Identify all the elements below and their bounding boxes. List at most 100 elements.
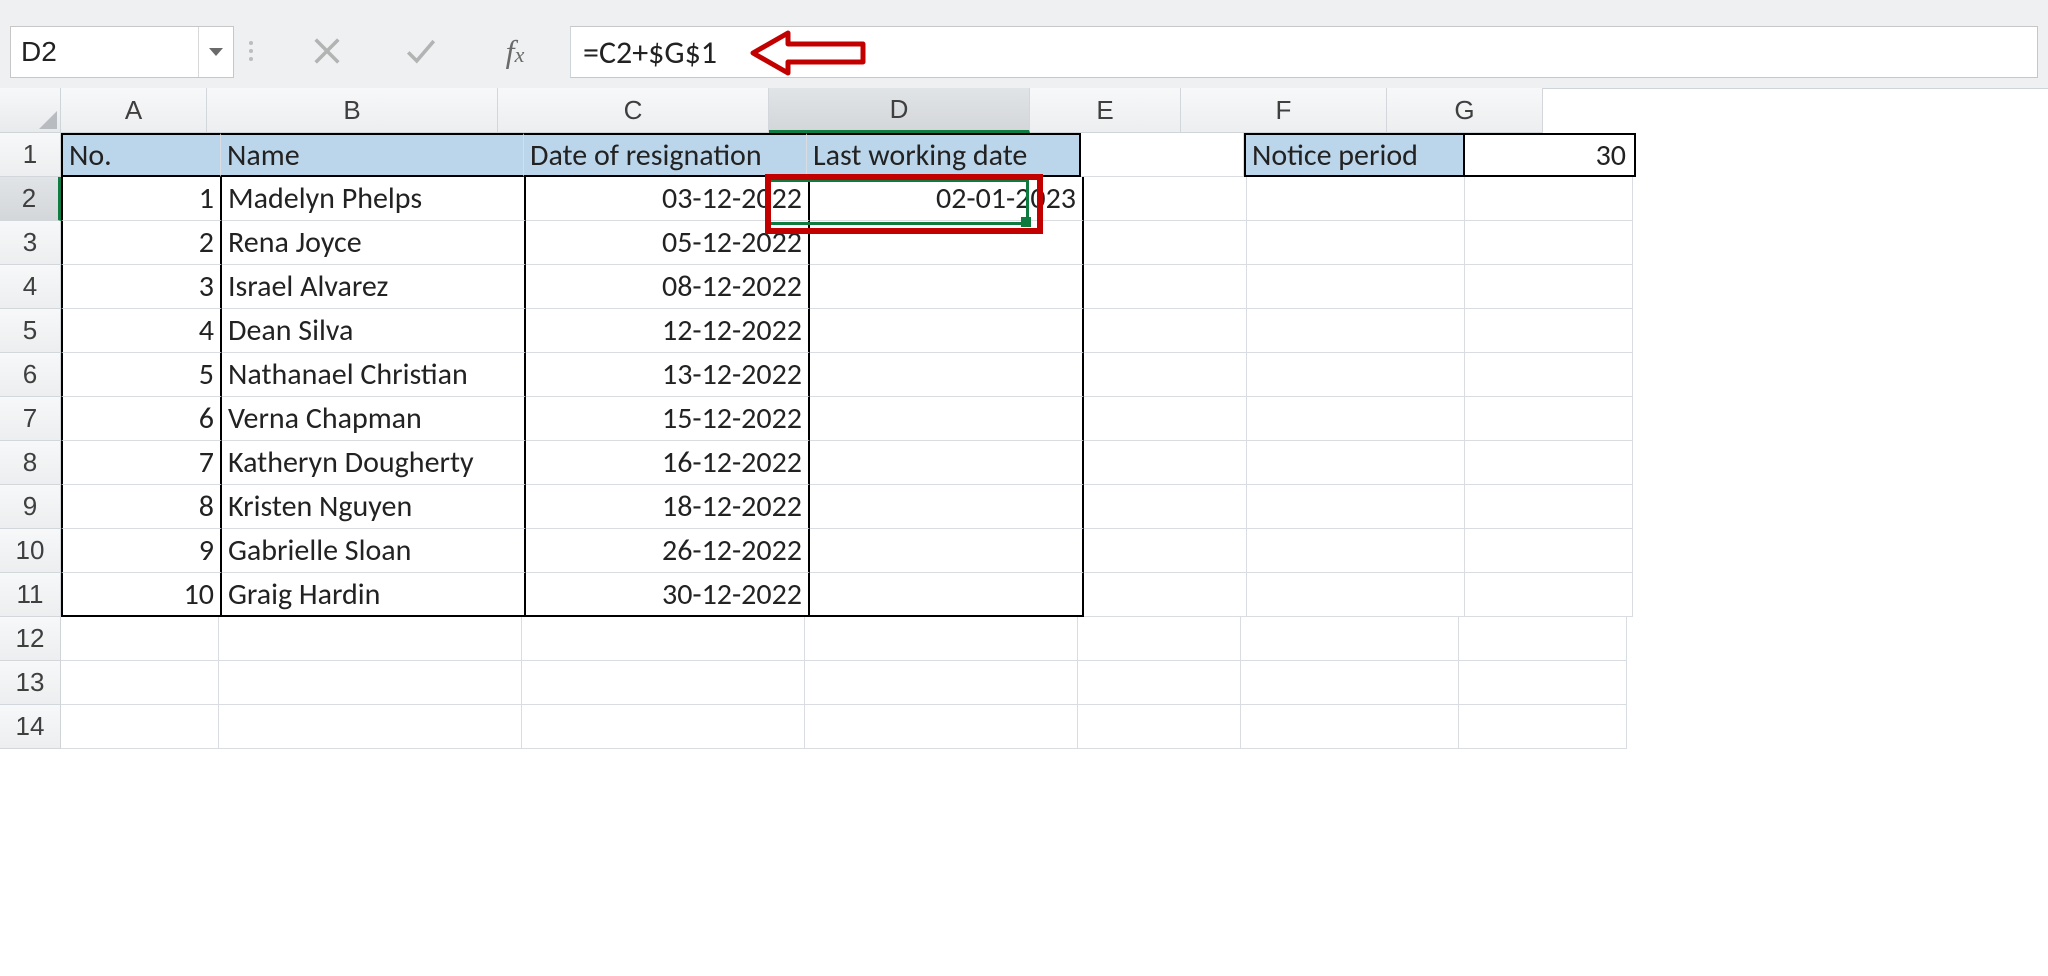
cell-C1[interactable]: Date of resignation [524,133,807,177]
col-header-G[interactable]: G [1387,88,1543,133]
row-header-7[interactable]: 7 [0,397,61,441]
row-header-10[interactable]: 10 [0,529,61,573]
cell-A2[interactable]: 1 [61,177,222,221]
cell-B13[interactable] [219,661,522,705]
cell-E9[interactable] [1084,485,1247,529]
cell-B9[interactable]: Kristen Nguyen [222,485,526,529]
cell-D4[interactable] [810,265,1084,309]
cell-C7[interactable]: 15-12-2022 [526,397,810,441]
col-header-A[interactable]: A [61,88,207,133]
cell-B12[interactable] [219,617,522,661]
name-box[interactable]: D2 [10,26,234,78]
cell-F2[interactable] [1247,177,1465,221]
cell-B11[interactable]: Graig Hardin [222,573,526,617]
cell-G14[interactable] [1459,705,1627,749]
cell-D5[interactable] [810,309,1084,353]
cell-E6[interactable] [1084,353,1247,397]
cell-E11[interactable] [1084,573,1247,617]
cell-E7[interactable] [1084,397,1247,441]
cell-G13[interactable] [1459,661,1627,705]
cell-G9[interactable] [1465,485,1633,529]
col-header-D[interactable]: D [769,88,1030,133]
cell-C2[interactable]: 03-12-2022 [526,177,810,221]
cell-F9[interactable] [1247,485,1465,529]
cell-D7[interactable] [810,397,1084,441]
cell-C12[interactable] [522,617,805,661]
cell-D1[interactable]: Last working date [807,133,1081,177]
formula-bar-grip[interactable] [248,30,254,72]
cell-F4[interactable] [1247,265,1465,309]
cell-D11[interactable] [810,573,1084,617]
cell-E1[interactable] [1081,133,1244,177]
cell-F10[interactable] [1247,529,1465,573]
cell-D13[interactable] [805,661,1078,705]
cell-C11[interactable]: 30-12-2022 [526,573,810,617]
cell-E8[interactable] [1084,441,1247,485]
row-header-8[interactable]: 8 [0,441,61,485]
cell-C6[interactable]: 13-12-2022 [526,353,810,397]
cell-B14[interactable] [219,705,522,749]
cell-B7[interactable]: Verna Chapman [222,397,526,441]
cell-A1[interactable]: No. [61,133,221,177]
cell-E4[interactable] [1084,265,1247,309]
cell-G8[interactable] [1465,441,1633,485]
cell-G1[interactable]: 30 [1463,133,1636,177]
cell-C8[interactable]: 16-12-2022 [526,441,810,485]
cell-C5[interactable]: 12-12-2022 [526,309,810,353]
cell-G5[interactable] [1465,309,1633,353]
cell-C4[interactable]: 08-12-2022 [526,265,810,309]
cell-D10[interactable] [810,529,1084,573]
row-header-11[interactable]: 11 [0,573,61,617]
cell-B2[interactable]: Madelyn Phelps [222,177,526,221]
cell-A8[interactable]: 7 [61,441,222,485]
cell-B1[interactable]: Name [221,133,524,177]
cell-B6[interactable]: Nathanael Christian [222,353,526,397]
cell-B10[interactable]: Gabrielle Sloan [222,529,526,573]
cell-A10[interactable]: 9 [61,529,222,573]
cell-D8[interactable] [810,441,1084,485]
cell-B5[interactable]: Dean Silva [222,309,526,353]
cell-F7[interactable] [1247,397,1465,441]
cell-F1[interactable]: Notice period [1244,133,1463,177]
row-header-14[interactable]: 14 [0,705,61,749]
cell-E12[interactable] [1078,617,1241,661]
cell-G12[interactable] [1459,617,1627,661]
cell-E14[interactable] [1078,705,1241,749]
cell-E13[interactable] [1078,661,1241,705]
cell-D2[interactable]: 02-01-2023 [810,177,1084,221]
cell-D9[interactable] [810,485,1084,529]
row-header-2[interactable]: 2 [0,177,61,221]
cell-G3[interactable] [1465,221,1633,265]
cell-F13[interactable] [1241,661,1459,705]
cell-A13[interactable] [61,661,219,705]
cell-G6[interactable] [1465,353,1633,397]
cell-E10[interactable] [1084,529,1247,573]
cell-C9[interactable]: 18-12-2022 [526,485,810,529]
name-box-dropdown[interactable] [198,27,233,77]
row-header-4[interactable]: 4 [0,265,61,309]
row-header-9[interactable]: 9 [0,485,61,529]
cell-B3[interactable]: Rena Joyce [222,221,526,265]
cell-G10[interactable] [1465,529,1633,573]
cell-D6[interactable] [810,353,1084,397]
cell-F3[interactable] [1247,221,1465,265]
cell-C14[interactable] [522,705,805,749]
cell-E3[interactable] [1084,221,1247,265]
cell-G4[interactable] [1465,265,1633,309]
cell-A7[interactable]: 6 [61,397,222,441]
cell-C10[interactable]: 26-12-2022 [526,529,810,573]
cell-E2[interactable] [1084,177,1247,221]
cell-A6[interactable]: 5 [61,353,222,397]
cell-A12[interactable] [61,617,219,661]
cell-C3[interactable]: 05-12-2022 [526,221,810,265]
cell-A11[interactable]: 10 [61,573,222,617]
cell-A14[interactable] [61,705,219,749]
cell-A5[interactable]: 4 [61,309,222,353]
cell-F11[interactable] [1247,573,1465,617]
insert-function-button[interactable]: fx [488,24,542,78]
cell-D12[interactable] [805,617,1078,661]
row-header-5[interactable]: 5 [0,309,61,353]
cell-F6[interactable] [1247,353,1465,397]
cell-D14[interactable] [805,705,1078,749]
col-header-E[interactable]: E [1030,88,1181,133]
